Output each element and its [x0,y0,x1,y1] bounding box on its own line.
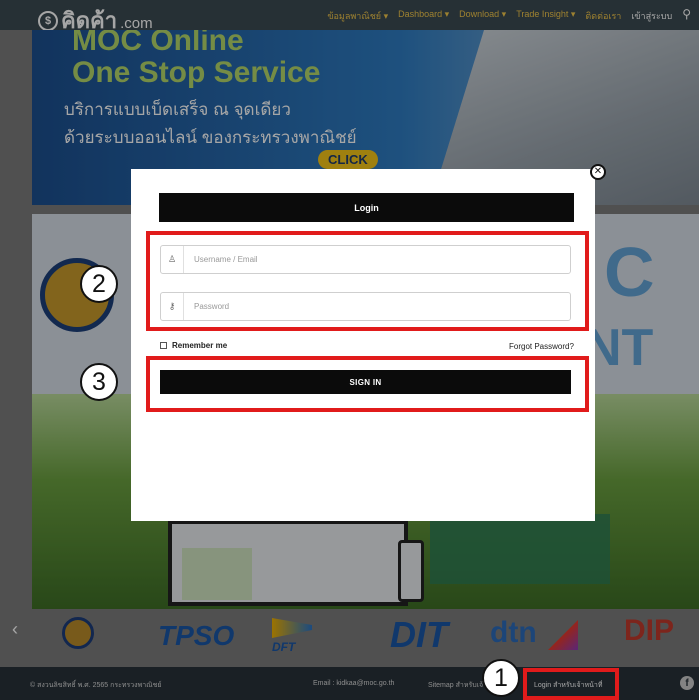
close-icon[interactable]: ✕ [590,164,606,180]
step-marker-3: 3 [80,363,118,401]
remember-me[interactable]: Remember me [160,341,227,350]
forgot-password-link[interactable]: Forgot Password? [509,342,574,351]
highlight-sign-in [146,356,589,412]
remember-me-label: Remember me [172,341,228,350]
highlight-credentials [146,231,589,331]
remember-me-checkbox[interactable] [160,342,167,349]
highlight-staff-login [523,668,619,700]
step-marker-1: 1 [482,659,520,697]
step-marker-2: 2 [80,265,118,303]
login-title-bar: Login [159,193,574,222]
